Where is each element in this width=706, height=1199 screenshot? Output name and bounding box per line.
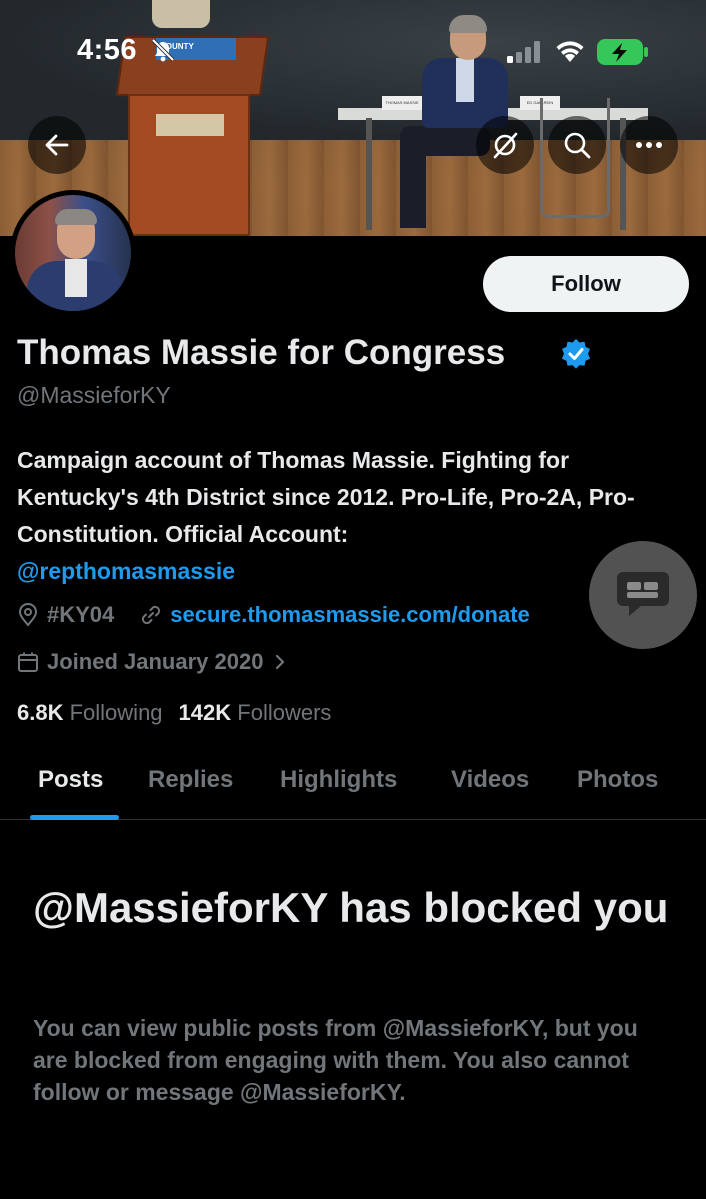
- back-arrow-icon: [45, 134, 69, 156]
- display-name: Thomas Massie for Congress: [17, 333, 506, 372]
- profile-bio: Campaign account of Thomas Massie. Fight…: [17, 442, 687, 590]
- search-button[interactable]: [548, 116, 606, 174]
- follow-counts: 6.8K Following 142K Followers: [17, 700, 331, 726]
- follow-button[interactable]: Follow: [483, 256, 689, 312]
- chat-icon: [617, 572, 669, 616]
- signal-icon: [507, 41, 540, 63]
- avatar[interactable]: [10, 190, 136, 316]
- bio-mention-link[interactable]: @repthomasmassie: [17, 553, 687, 590]
- avatar-image: [15, 195, 131, 311]
- blocked-title: @MassieforKY has blocked you: [33, 884, 669, 931]
- website-link[interactable]: secure.thomasmassie.com/donate: [170, 602, 529, 628]
- tab-posts[interactable]: Posts: [38, 766, 103, 794]
- back-button[interactable]: [28, 116, 86, 174]
- location-icon: [18, 603, 38, 627]
- joined-text: Joined January 2020: [47, 649, 264, 674]
- bio-text: Campaign account of Thomas Massie. Fight…: [17, 447, 635, 547]
- followers-link[interactable]: 142K Followers: [179, 700, 332, 725]
- chat-fab-button[interactable]: [589, 541, 697, 649]
- grok-icon: [493, 132, 518, 159]
- status-time: 4:56: [77, 34, 138, 66]
- banner-podium: COUNTY: [115, 22, 270, 236]
- website-item[interactable]: secure.thomasmassie.com/donate: [140, 602, 530, 628]
- joined-row[interactable]: Joined January 2020: [17, 649, 297, 675]
- bell-off-icon: [151, 38, 175, 62]
- profile-meta-row: #KY04 secure.thomasmassie.com/donate: [17, 602, 556, 628]
- more-icon: [636, 142, 662, 148]
- profile-handle: @MassieforKY: [17, 382, 171, 408]
- following-link[interactable]: 6.8K Following: [17, 700, 163, 725]
- battery-icon: [597, 39, 648, 65]
- more-button[interactable]: [620, 116, 678, 174]
- wifi-icon: [556, 41, 584, 62]
- location-text: #KY04: [47, 602, 115, 627]
- blocked-body: You can view public posts from @Massiefo…: [33, 1015, 638, 1105]
- tab-highlights[interactable]: Highlights: [280, 766, 397, 794]
- grok-button[interactable]: [476, 116, 534, 174]
- profile-tabs: Posts Replies Highlights Videos Photos: [0, 752, 706, 820]
- verified-icon[interactable]: [560, 338, 592, 370]
- tab-photos[interactable]: Photos: [577, 766, 658, 794]
- link-icon: [142, 605, 161, 625]
- tab-videos[interactable]: Videos: [451, 766, 529, 794]
- calendar-icon: [18, 652, 38, 672]
- location-item: #KY04: [17, 602, 114, 628]
- search-icon: [564, 132, 591, 159]
- chevron-right-icon: [276, 654, 285, 670]
- tab-replies[interactable]: Replies: [148, 766, 233, 794]
- active-tab-indicator: [30, 815, 119, 820]
- nameplate-left: THOMAS MASSIE: [382, 96, 422, 110]
